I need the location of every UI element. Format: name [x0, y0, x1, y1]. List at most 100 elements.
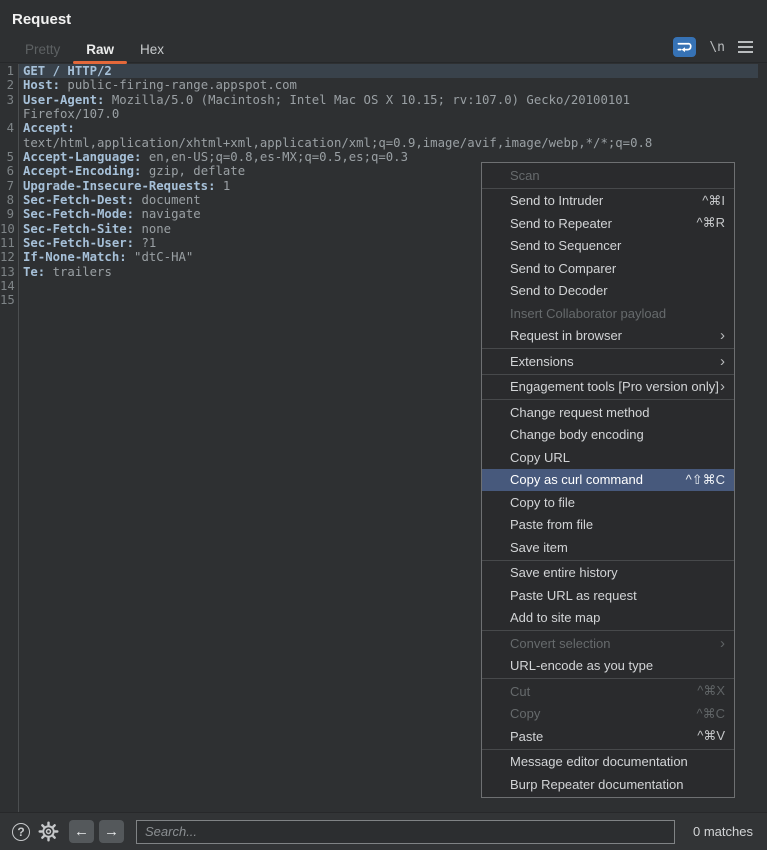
search-settings-button[interactable] [38, 821, 59, 842]
menu-item-paste-from-file[interactable]: Paste from file [482, 514, 734, 537]
menu-item-copy-url[interactable]: Copy URL [482, 446, 734, 469]
menu-item-paste-url-as-request[interactable]: Paste URL as request [482, 584, 734, 607]
menu-item-save-item[interactable]: Save item [482, 536, 734, 559]
line-content: GET / HTTP/2 [18, 64, 758, 78]
message-view-tabs: PrettyRawHex \n [0, 35, 767, 63]
menu-item-change-body-encoding[interactable]: Change body encoding [482, 424, 734, 447]
context-menu: Scan Send to Intruder ^⌘I Send to Repeater ^… [481, 162, 735, 798]
header-value: 1 [216, 179, 231, 193]
menu-item-label: Paste from file [510, 517, 725, 532]
menu-item-engagement-tools-pro-version-only[interactable]: Engagement tools [Pro version only]› [482, 376, 734, 399]
header-name: Host: [23, 78, 60, 92]
help-icon[interactable]: ? [12, 823, 30, 841]
menu-item-request-in-browser[interactable]: Request in browser› [482, 325, 734, 348]
header-value: gzip, deflate [141, 164, 245, 178]
editor-menu-button[interactable] [738, 41, 753, 53]
menu-item-send-to-intruder[interactable]: Send to Intruder ^⌘I [482, 190, 734, 213]
menu-item-label: Extensions [510, 354, 716, 369]
header-name: Accept-Encoding: [23, 164, 141, 178]
menu-item-paste[interactable]: Paste^⌘V [482, 725, 734, 748]
header-value: en,en-US;q=0.8,es-MX;q=0.5,es;q=0.3 [141, 150, 408, 164]
submenu-arrow-icon: › [720, 379, 725, 394]
tab-pretty[interactable]: Pretty [12, 37, 73, 62]
line-number: 11 [0, 236, 16, 250]
menu-item-add-to-site-map[interactable]: Add to site map [482, 607, 734, 630]
menu-item-label: Scan [510, 168, 725, 183]
menu-item-label: Change request method [510, 405, 725, 420]
gear-icon [38, 821, 59, 842]
menu-item-label: Change body encoding [510, 427, 725, 442]
menu-item-copy-as-curl-command[interactable]: Copy as curl command ^⇧⌘C [482, 469, 734, 492]
menu-separator [482, 399, 734, 400]
menu-separator [482, 374, 734, 375]
search-input[interactable] [136, 820, 675, 844]
menu-item-send-to-decoder[interactable]: Send to Decoder [482, 280, 734, 303]
menu-item-label: Copy as curl command [510, 472, 678, 487]
menu-item-label: Send to Intruder [510, 193, 694, 208]
next-match-button[interactable]: → [99, 820, 124, 843]
header-value: navigate [134, 207, 201, 221]
menu-item-label: Send to Sequencer [510, 238, 725, 253]
menu-item-extensions[interactable]: Extensions › [482, 350, 734, 373]
previous-match-button[interactable]: ← [69, 820, 94, 843]
word-wrap-toggle[interactable] [673, 37, 696, 57]
menu-item-change-request-method[interactable]: Change request method [482, 401, 734, 424]
menu-item-insert-collaborator-payload: Insert Collaborator payload [482, 302, 734, 325]
menu-item-label: Convert selection [510, 636, 716, 651]
tab-hex[interactable]: Hex [127, 37, 177, 62]
menu-item-shortcut: ^⇧⌘C [686, 472, 725, 488]
menu-item-shortcut: ^⌘C [697, 706, 726, 722]
line-number: 10 [0, 222, 16, 236]
header-value: text/html,application/xhtml+xml,applicat… [23, 136, 652, 150]
submenu-arrow-icon: › [720, 354, 725, 369]
hamburger-icon [738, 41, 753, 43]
menu-item-copy-to-file[interactable]: Copy to file [482, 491, 734, 514]
menu-item-send-to-repeater[interactable]: Send to Repeater ^⌘R [482, 212, 734, 235]
word-wrap-icon [677, 41, 692, 53]
header-name: If-None-Match: [23, 250, 127, 264]
line-number: 15 [0, 293, 16, 307]
line-content: User-Agent: Mozilla/5.0 (Macintosh; Inte… [18, 93, 767, 107]
panel-title: Request [12, 11, 71, 28]
header-value: none [134, 222, 171, 236]
editor-line: 2Host: public-firing-range.appspot.com [0, 78, 767, 92]
menu-item-send-to-comparer[interactable]: Send to Comparer [482, 257, 734, 280]
header-value: "dtC-HA" [127, 250, 194, 264]
menu-item-label: Copy [510, 706, 689, 721]
show-newlines-toggle[interactable]: \n [709, 40, 725, 55]
menu-item-burp-repeater-documentation[interactable]: Burp Repeater documentation [482, 773, 734, 796]
header-name: Sec-Fetch-Site: [23, 222, 134, 236]
line-number: 13 [0, 265, 16, 279]
tab-raw[interactable]: Raw [73, 37, 127, 62]
context-menu-items: Scan Send to Intruder ^⌘I Send to Repeater ^… [482, 164, 734, 796]
menu-item-shortcut: ^⌘R [697, 215, 726, 231]
line-number: 7 [0, 179, 16, 193]
header-name: GET / HTTP/2 [23, 64, 112, 78]
line-number [0, 136, 16, 150]
menu-separator [482, 678, 734, 679]
line-number: 3 [0, 93, 16, 107]
menu-item-label: Send to Comparer [510, 261, 725, 276]
header-name: Accept-Language: [23, 150, 141, 164]
menu-item-url-encode-as-you-type[interactable]: URL-encode as you type [482, 655, 734, 678]
menu-item-label: Insert Collaborator payload [510, 306, 725, 321]
menu-item-label: Send to Decoder [510, 283, 725, 298]
header-value: trailers [45, 265, 112, 279]
menu-item-message-editor-documentation[interactable]: Message editor documentation [482, 751, 734, 774]
menu-item-shortcut: ^⌘I [702, 193, 725, 209]
match-count: 0 matches [693, 824, 753, 839]
menu-item-save-entire-history[interactable]: Save entire history [482, 562, 734, 585]
header-value: public-firing-range.appspot.com [60, 78, 297, 92]
header-name: Upgrade-Insecure-Requests: [23, 179, 216, 193]
menu-separator [482, 630, 734, 631]
menu-item-cut: Cut^⌘X [482, 680, 734, 703]
menu-item-shortcut: ^⌘X [697, 683, 725, 699]
tab-list: PrettyRawHex [12, 37, 177, 62]
arrow-left-icon: ← [74, 823, 89, 840]
header-name: Accept: [23, 121, 75, 135]
menu-item-label: Send to Repeater [510, 216, 689, 231]
editor-line: 4Accept: [0, 121, 767, 135]
menu-separator [482, 188, 734, 189]
menu-item-send-to-sequencer[interactable]: Send to Sequencer [482, 235, 734, 258]
menu-item-copy: Copy ^⌘C [482, 703, 734, 726]
